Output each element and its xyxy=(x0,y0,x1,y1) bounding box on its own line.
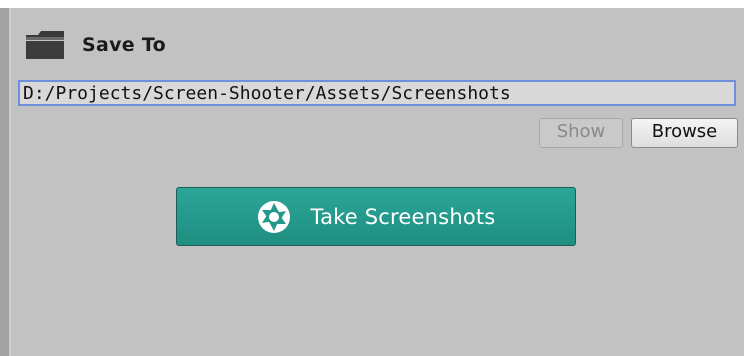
take-screenshots-label: Take Screenshots xyxy=(310,204,496,229)
panel-left-border xyxy=(0,8,9,356)
section-title: Save To xyxy=(82,34,166,56)
save-to-panel: Save To Show Browse Take Screenshots xyxy=(0,0,744,356)
show-button[interactable]: Show xyxy=(539,118,623,148)
browse-button[interactable]: Browse xyxy=(631,118,738,148)
panel-left-border-inner xyxy=(9,8,11,356)
save-path-field[interactable] xyxy=(18,80,736,106)
top-strip xyxy=(0,0,744,8)
aperture-icon xyxy=(257,200,291,234)
take-screenshots-button[interactable]: Take Screenshots xyxy=(176,187,576,246)
folder-icon xyxy=(24,31,66,59)
section-header: Save To xyxy=(24,30,166,60)
